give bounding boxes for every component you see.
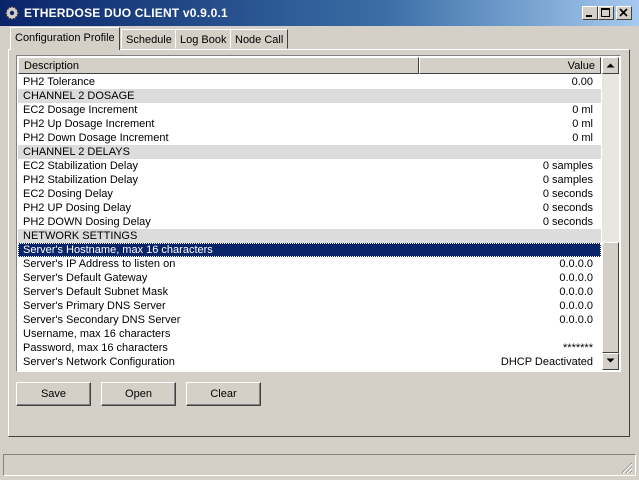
table-row[interactable]: PH2 UP Dosing Delay 0 seconds bbox=[18, 201, 601, 215]
column-header-description[interactable]: Description bbox=[18, 57, 419, 74]
table-row[interactable]: Username, max 16 characters bbox=[18, 327, 601, 341]
title-bar: ETHERDOSE DUO CLIENT v0.9.0.1 bbox=[0, 0, 639, 26]
row-description: CHANNEL 2 DOSAGE bbox=[23, 90, 135, 102]
row-description: Server's Secondary DNS Server bbox=[23, 314, 181, 326]
tab-configuration-profile[interactable]: Configuration Profile bbox=[10, 27, 120, 50]
clear-button[interactable]: Clear bbox=[186, 382, 261, 406]
table-row[interactable]: Server's Network Configuration DHCP Deact… bbox=[18, 355, 601, 369]
row-description: PH2 UP Dosing Delay bbox=[23, 202, 132, 214]
scroll-thumb[interactable] bbox=[602, 242, 619, 353]
table-row[interactable]: PH2 Tolerance 0.00 bbox=[18, 75, 601, 89]
table-row[interactable]: Server's IP Address to listen on 0.0.0.0 bbox=[18, 257, 601, 271]
row-value: 0 samples bbox=[542, 160, 593, 172]
resize-grip-icon[interactable] bbox=[621, 462, 633, 474]
property-grid: Description Value PH2 Tolerance 0.00 CHANN… bbox=[16, 55, 621, 372]
tab-log-book[interactable]: Log Book bbox=[175, 29, 232, 49]
group-row[interactable]: CHANNEL 2 DOSAGE bbox=[18, 89, 601, 103]
row-description: PH2 DOWN Dosing Delay bbox=[23, 216, 151, 228]
minimize-icon bbox=[586, 15, 592, 17]
row-value: 0.00 bbox=[571, 76, 593, 88]
row-description: PH2 Tolerance bbox=[23, 76, 95, 88]
row-value: 0.0.0.0 bbox=[559, 314, 593, 326]
window-title: ETHERDOSE DUO CLIENT v0.9.0.1 bbox=[24, 6, 228, 20]
row-value: 0 samples bbox=[542, 174, 593, 186]
row-description: EC2 Stabilization Delay bbox=[23, 160, 138, 172]
gear-icon[interactable] bbox=[4, 5, 20, 21]
row-description: PH2 Stabilization Delay bbox=[23, 174, 138, 186]
save-button[interactable]: Save bbox=[16, 382, 91, 406]
table-row[interactable]: Password, max 16 characters ******* bbox=[18, 341, 601, 355]
row-value: 0.0.0.0 bbox=[559, 286, 593, 298]
row-value: 0 seconds bbox=[542, 216, 593, 228]
maximize-button[interactable] bbox=[598, 6, 614, 20]
scroll-down-button[interactable] bbox=[602, 353, 619, 370]
row-description: Server's Hostname, max 16 characters bbox=[23, 244, 213, 256]
table-row[interactable]: Server's Hostname, max 16 characters bbox=[18, 243, 601, 257]
grid-rows: PH2 Tolerance 0.00 CHANNEL 2 DOSAGE EC2 Dos… bbox=[18, 75, 601, 369]
row-description: EC2 Dosing Delay bbox=[23, 188, 113, 200]
table-row[interactable]: Server's Secondary DNS Server 0.0.0.0 bbox=[18, 313, 601, 327]
scroll-up-button[interactable] bbox=[602, 57, 619, 74]
minimize-button[interactable] bbox=[582, 6, 598, 20]
row-description: CHANNEL 2 DELAYS bbox=[23, 146, 130, 158]
row-value: 0.0.0.0 bbox=[559, 272, 593, 284]
row-value: 0 seconds bbox=[542, 202, 593, 214]
close-icon bbox=[619, 8, 628, 17]
row-description: Server's Primary DNS Server bbox=[23, 300, 166, 312]
row-description: Server's Network Configuration bbox=[23, 356, 175, 368]
row-value: 0 seconds bbox=[542, 188, 593, 200]
status-bar bbox=[3, 454, 636, 476]
row-value: 0.0.0.0 bbox=[559, 300, 593, 312]
table-row[interactable]: PH2 Up Dosage Increment 0 ml bbox=[18, 117, 601, 131]
row-description: NETWORK SETTINGS bbox=[23, 230, 138, 242]
row-description: Server's Default Subnet Mask bbox=[23, 286, 169, 298]
row-description: Server's IP Address to listen on bbox=[23, 258, 176, 270]
tab-schedule[interactable]: Schedule bbox=[121, 29, 177, 49]
open-button[interactable]: Open bbox=[101, 382, 176, 406]
table-row[interactable]: PH2 DOWN Dosing Delay 0 seconds bbox=[18, 215, 601, 229]
row-description: PH2 Down Dosage Increment bbox=[23, 132, 169, 144]
vertical-scrollbar[interactable] bbox=[602, 57, 619, 370]
table-row[interactable]: PH2 Down Dosage Increment 0 ml bbox=[18, 131, 601, 145]
table-row[interactable]: Server's Default Subnet Mask 0.0.0.0 bbox=[18, 285, 601, 299]
row-value: 0.0.0.0 bbox=[559, 258, 593, 270]
row-description: Username, max 16 characters bbox=[23, 328, 171, 340]
row-value: 0 ml bbox=[572, 132, 593, 144]
table-row[interactable]: Server's Default Gateway 0.0.0.0 bbox=[18, 271, 601, 285]
maximize-icon bbox=[601, 8, 610, 17]
group-row[interactable]: CHANNEL 2 DELAYS bbox=[18, 145, 601, 159]
row-description: PH2 Up Dosage Increment bbox=[23, 118, 155, 130]
close-button[interactable] bbox=[616, 6, 632, 20]
row-value: ******* bbox=[563, 342, 593, 354]
arrow-down-icon bbox=[606, 358, 615, 363]
table-row[interactable]: EC2 Dosage Increment 0 ml bbox=[18, 103, 601, 117]
arrow-up-icon bbox=[606, 63, 615, 68]
row-value: DHCP Deactivated bbox=[500, 356, 593, 368]
group-row[interactable]: NETWORK SETTINGS bbox=[18, 229, 601, 243]
tab-node-call[interactable]: Node Call bbox=[230, 29, 289, 49]
column-header-value[interactable]: Value bbox=[419, 57, 601, 74]
table-row[interactable]: Server's Primary DNS Server 0.0.0.0 bbox=[18, 299, 601, 313]
table-row[interactable]: EC2 Stabilization Delay 0 samples bbox=[18, 159, 601, 173]
row-description: EC2 Dosage Increment bbox=[23, 104, 138, 116]
table-row[interactable]: EC2 Dosing Delay 0 seconds bbox=[18, 187, 601, 201]
table-row[interactable]: PH2 Stabilization Delay 0 samples bbox=[18, 173, 601, 187]
row-value: 0 ml bbox=[572, 118, 593, 130]
row-value: 0 ml bbox=[572, 104, 593, 116]
row-description: Server's Default Gateway bbox=[23, 272, 148, 284]
row-description: Password, max 16 characters bbox=[23, 342, 168, 354]
